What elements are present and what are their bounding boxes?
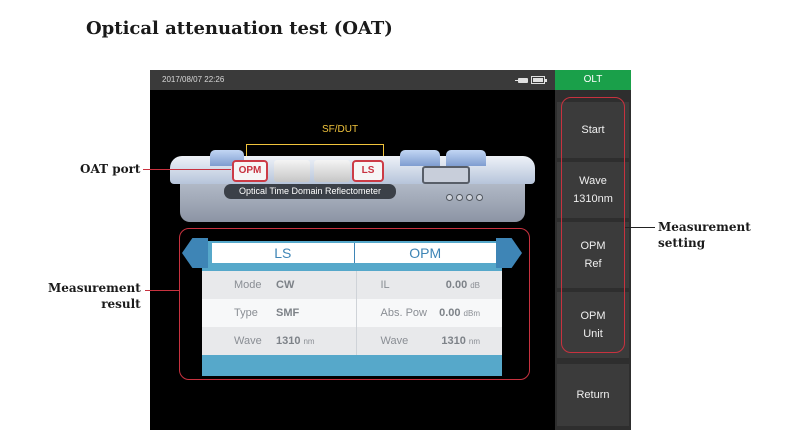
measurement-setting-outline: [561, 97, 625, 353]
device-display: [422, 166, 470, 184]
plug-icon: [515, 77, 528, 83]
opm-port[interactable]: OPM: [232, 160, 268, 182]
device-slot: [274, 160, 310, 182]
device-bumper: [446, 150, 486, 166]
measurement-result-outline: [179, 228, 530, 380]
status-datetime: 2017/08/07 22:26: [162, 75, 225, 84]
oat-port-callout: OAT port: [80, 162, 141, 176]
status-bar: 2017/08/07 22:26: [150, 70, 555, 90]
device-slot: [314, 160, 350, 182]
battery-icon: [531, 76, 547, 84]
device-bumper: [400, 150, 440, 166]
return-button[interactable]: Return: [557, 364, 629, 426]
menu-header-olt: OLT: [555, 70, 631, 90]
return-button-label: Return: [576, 389, 610, 401]
sfdut-label: SF/DUT: [321, 124, 359, 135]
device-name-label: Optical Time Domain Reflectometer: [224, 184, 396, 199]
device-buttons: [446, 194, 483, 201]
measurement-result-pointer: [145, 290, 179, 291]
ls-port[interactable]: LS: [352, 160, 384, 182]
status-icons: [515, 76, 547, 84]
oat-port-pointer: [143, 169, 231, 170]
measurement-result-callout: Measurement result: [48, 281, 141, 311]
measurement-setting-callout: Measurement setting: [658, 220, 751, 250]
page-title: Optical attenuation test (OAT): [86, 18, 393, 39]
measurement-setting-pointer: [625, 227, 655, 228]
